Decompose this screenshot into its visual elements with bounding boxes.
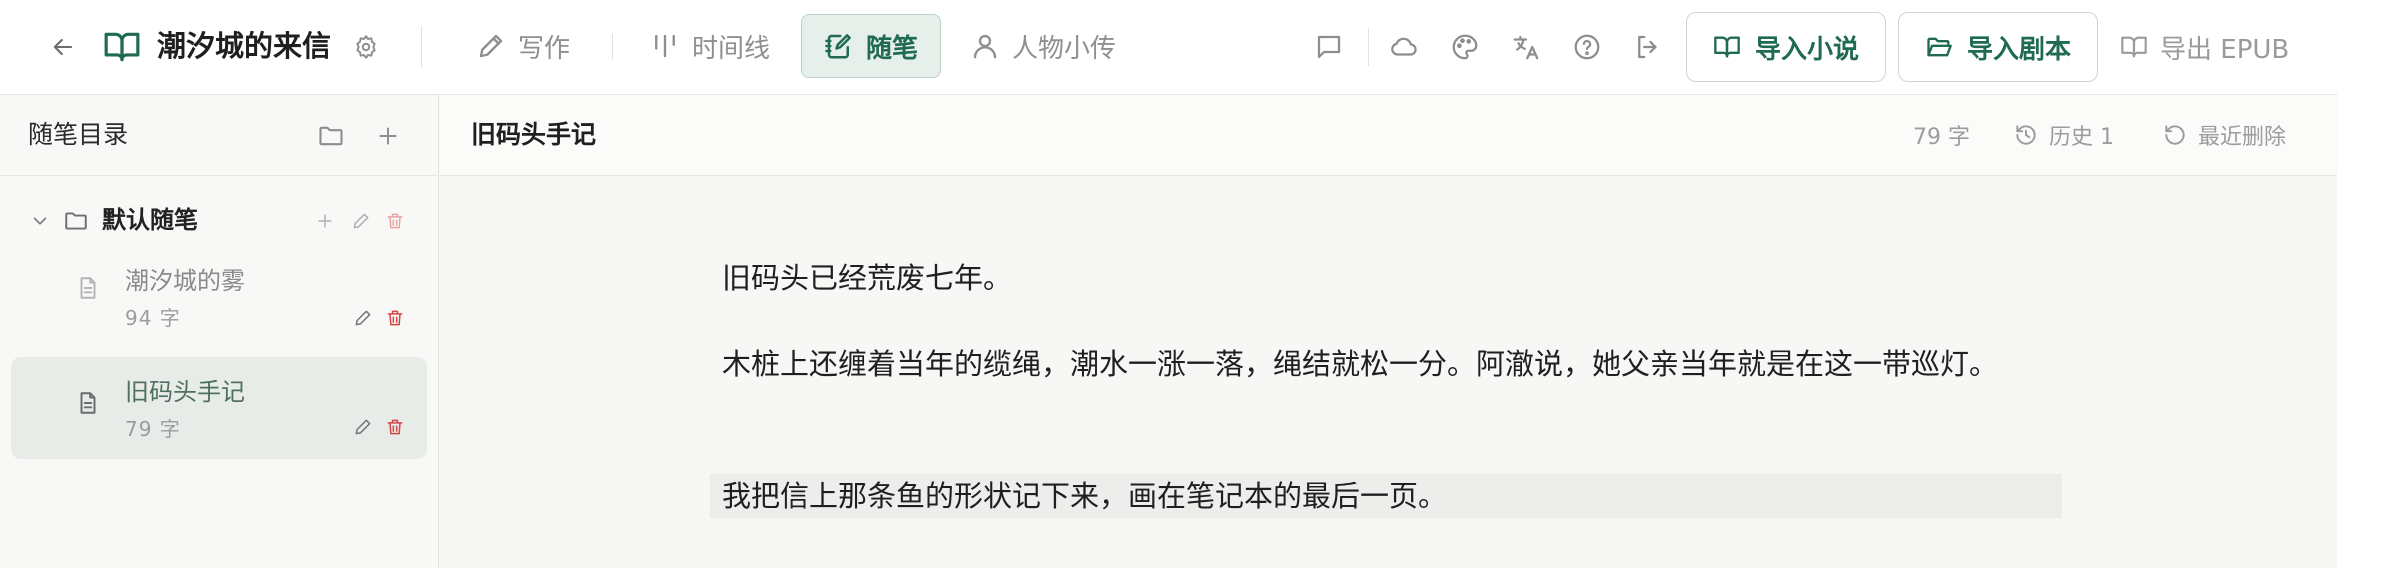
sidebar-title: 随笔目录 [28, 120, 129, 149]
paragraph[interactable]: 旧码头已经荒废七年。 [722, 256, 2062, 300]
plus-icon[interactable] [371, 119, 405, 153]
app-title: 潮汐城的来信 [157, 29, 332, 63]
divider [1368, 28, 1369, 66]
history-icon [2013, 122, 2039, 148]
message-square-icon[interactable] [1311, 29, 1347, 65]
divider [612, 34, 613, 60]
tab-characters[interactable]: 人物小传 [970, 14, 1116, 78]
document-title: 旧码头手记 [471, 120, 597, 149]
paragraph[interactable]: 木桩上还缠着当年的缆绳，潮水一涨一落，绳结就松一分。阿澈说，她父亲当年就是在这一… [722, 342, 2062, 386]
top-toolbar: 潮汐城的来信 写作 时间线 随笔 人物小传 导入小说 导入剧本 导出 EPUB [0, 0, 2337, 95]
note-title: 旧码头手记 [125, 378, 245, 406]
tab-notes[interactable]: 随笔 [801, 14, 941, 78]
translate-icon[interactable] [1508, 29, 1544, 65]
log-out-icon[interactable] [1630, 29, 1666, 65]
tab-label: 随笔 [866, 33, 919, 64]
recent-deleted-button[interactable]: 最近删除 [2162, 115, 2286, 155]
plus-icon[interactable] [313, 209, 337, 233]
folder-open-icon [1925, 33, 1953, 61]
history-button[interactable]: 历史 1 [2013, 115, 2114, 155]
notes-sidebar: 随笔目录 默认随笔 潮汐城的雾 94 字 旧码头手记 79 字 [0, 95, 439, 568]
export-epub-button[interactable]: 导出 EPUB [2120, 12, 2289, 82]
note-item[interactable]: 潮汐城的雾 94 字 [11, 250, 427, 352]
divider [421, 26, 422, 68]
folder-row[interactable]: 默认随笔 [0, 197, 438, 245]
note-title: 潮汐城的雾 [125, 267, 245, 295]
import-script-label: 导入剧本 [1966, 34, 2071, 65]
export-epub-label: 导出 EPUB [2160, 34, 2290, 65]
tab-writing[interactable]: 写作 [476, 14, 570, 78]
palette-icon[interactable] [1447, 29, 1483, 65]
trash-icon[interactable] [383, 306, 407, 330]
folder-icon[interactable] [314, 119, 348, 153]
file-text-icon [73, 387, 103, 419]
document-header: 旧码头手记 79 字 历史 1 最近删除 [440, 95, 2337, 176]
chevron-down-icon[interactable] [28, 209, 52, 233]
help-circle-icon[interactable] [1569, 29, 1605, 65]
import-novel-label: 导入小说 [1754, 34, 1859, 65]
pencil-icon[interactable] [351, 415, 375, 439]
notebook-pen-icon [824, 31, 854, 61]
paragraph-current[interactable]: 我把信上那条鱼的形状记下来，画在笔记本的最后一页。 [710, 474, 2062, 518]
rotate-ccw-icon [2162, 122, 2188, 148]
word-count: 79 字 [1913, 115, 1970, 155]
note-item-active[interactable]: 旧码头手记 79 字 [11, 357, 427, 459]
tab-label: 人物小传 [1012, 33, 1117, 64]
arrow-left-icon[interactable] [44, 28, 82, 66]
tab-timeline[interactable]: 时间线 [650, 14, 770, 78]
editor[interactable]: 旧码头已经荒废七年。 木桩上还缠着当年的缆绳，潮水一涨一落，绳结就松一分。阿澈说… [440, 176, 2337, 568]
folder-name: 默认随笔 [102, 206, 198, 234]
trash-icon[interactable] [383, 415, 407, 439]
user-icon [970, 31, 1000, 61]
timeline-icon [650, 31, 680, 61]
window-edge [2337, 0, 2397, 568]
pencil-icon[interactable] [351, 306, 375, 330]
cloud-icon[interactable] [1386, 29, 1422, 65]
word-count-label: 79 字 [1913, 125, 1970, 150]
note-word-count: 94 字 [125, 306, 181, 330]
folder-icon [62, 207, 90, 235]
pencil-icon[interactable] [349, 209, 373, 233]
trash-icon[interactable] [383, 209, 407, 233]
tab-label: 时间线 [692, 33, 771, 64]
gear-icon[interactable] [349, 30, 383, 64]
note-word-count: 79 字 [125, 417, 181, 441]
history-label: 历史 1 [2049, 125, 2114, 150]
recent-deleted-label: 最近删除 [2198, 125, 2287, 150]
pen-icon [476, 31, 506, 61]
import-novel-button[interactable]: 导入小说 [1686, 12, 1886, 82]
sidebar-header: 随笔目录 [0, 95, 438, 176]
file-text-icon [73, 272, 103, 304]
book-open-icon [1713, 33, 1741, 61]
tab-label: 写作 [518, 33, 571, 64]
book-open-icon [2120, 33, 2148, 61]
import-script-button[interactable]: 导入剧本 [1898, 12, 2098, 82]
book-open-icon [101, 26, 143, 68]
